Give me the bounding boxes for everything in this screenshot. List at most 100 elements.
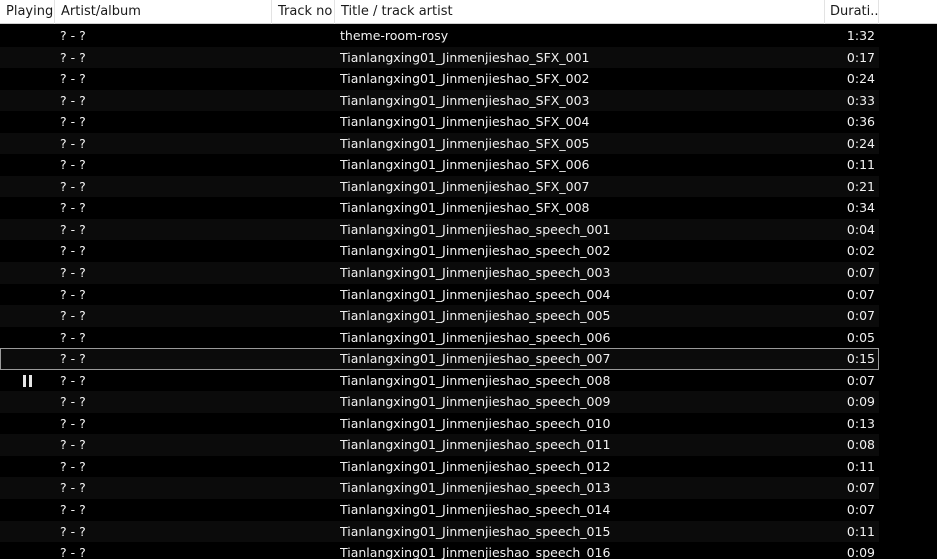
title-cell: Tianlangxing01_Jinmenjieshao_speech_008 bbox=[340, 372, 611, 388]
title-cell: Tianlangxing01_Jinmenjieshao_SFX_002 bbox=[340, 71, 590, 87]
title-cell: Tianlangxing01_Jinmenjieshao_speech_009 bbox=[340, 394, 611, 410]
title-cell: Tianlangxing01_Jinmenjieshao_SFX_003 bbox=[340, 92, 590, 108]
column-header-playing[interactable]: Playing bbox=[0, 0, 55, 24]
playing-indicator bbox=[0, 370, 55, 392]
track-no-cell bbox=[272, 25, 330, 47]
duration-cell: 0:24 bbox=[846, 135, 875, 151]
duration-cell: 0:07 bbox=[846, 265, 875, 281]
track-row[interactable]: ? - ? Tianlangxing01_Jinmenjieshao_SFX_00… bbox=[0, 132, 879, 155]
column-header-track-no[interactable]: Track no bbox=[272, 0, 335, 24]
track-no-cell bbox=[272, 284, 330, 306]
artist-album-cell: ? - ? bbox=[60, 286, 86, 302]
track-row[interactable]: ? - ? Tianlangxing01_Jinmenjieshao_speech… bbox=[0, 326, 879, 349]
playing-indicator bbox=[0, 133, 55, 155]
track-no-cell bbox=[272, 456, 330, 478]
playing-indicator bbox=[0, 413, 55, 435]
track-row[interactable]: ? - ? Tianlangxing01_Jinmenjieshao_speech… bbox=[0, 455, 879, 478]
playing-indicator bbox=[0, 542, 55, 559]
title-cell: Tianlangxing01_Jinmenjieshao_speech_014 bbox=[340, 502, 611, 518]
title-cell: Tianlangxing01_Jinmenjieshao_speech_002 bbox=[340, 243, 611, 259]
playing-indicator bbox=[0, 68, 55, 90]
artist-album-cell: ? - ? bbox=[60, 114, 86, 130]
playing-indicator bbox=[0, 219, 55, 241]
track-row[interactable]: ? - ? Tianlangxing01_Jinmenjieshao_speech… bbox=[0, 477, 879, 500]
artist-album-cell: ? - ? bbox=[60, 351, 86, 367]
duration-cell: 0:34 bbox=[846, 200, 875, 216]
title-cell: Tianlangxing01_Jinmenjieshao_speech_001 bbox=[340, 221, 611, 237]
track-row-playing[interactable]: ? - ? Tianlangxing01_Jinmenjieshao_speech… bbox=[0, 369, 879, 392]
track-row[interactable]: ? - ? Tianlangxing01_Jinmenjieshao_SFX_00… bbox=[0, 154, 879, 176]
track-row[interactable]: ? - ? Tianlangxing01_Jinmenjieshao_speech… bbox=[0, 434, 879, 456]
artist-album-cell: ? - ? bbox=[60, 329, 86, 345]
playing-indicator bbox=[0, 111, 55, 133]
column-header-title-track-artist[interactable]: Title / track artist bbox=[335, 0, 825, 24]
track-row[interactable]: ? - ? Tianlangxing01_Jinmenjieshao_speech… bbox=[0, 262, 879, 284]
title-cell: Tianlangxing01_Jinmenjieshao_SFX_007 bbox=[340, 178, 590, 194]
title-cell: Tianlangxing01_Jinmenjieshao_SFX_005 bbox=[340, 135, 590, 151]
duration-cell: 0:05 bbox=[846, 329, 875, 345]
track-row[interactable]: ? - ? Tianlangxing01_Jinmenjieshao_SFX_00… bbox=[0, 197, 879, 219]
column-header-duration[interactable]: Durati... bbox=[825, 0, 879, 24]
track-row[interactable]: ? - ? Tianlangxing01_Jinmenjieshao_speech… bbox=[0, 542, 879, 559]
track-row[interactable]: ? - ? Tianlangxing01_Jinmenjieshao_speech… bbox=[0, 240, 879, 263]
artist-album-cell: ? - ? bbox=[60, 221, 86, 237]
title-cell: Tianlangxing01_Jinmenjieshao_speech_015 bbox=[340, 523, 611, 539]
title-cell: Tianlangxing01_Jinmenjieshao_speech_016 bbox=[340, 545, 611, 559]
playlist-view: Playing Artist/album Track no Title / tr… bbox=[0, 0, 937, 559]
artist-album-cell: ? - ? bbox=[60, 49, 86, 65]
title-cell: Tianlangxing01_Jinmenjieshao_speech_006 bbox=[340, 329, 611, 345]
artist-album-cell: ? - ? bbox=[60, 243, 86, 259]
artist-album-cell: ? - ? bbox=[60, 178, 86, 194]
playing-indicator bbox=[0, 25, 55, 47]
artist-album-cell: ? - ? bbox=[60, 308, 86, 324]
artist-album-cell: ? - ? bbox=[60, 265, 86, 281]
duration-cell: 1:32 bbox=[846, 28, 875, 43]
track-no-cell bbox=[272, 348, 330, 370]
duration-cell: 0:36 bbox=[846, 114, 875, 130]
track-row[interactable]: ? - ? Tianlangxing01_Jinmenjieshao_speech… bbox=[0, 218, 879, 241]
title-cell: Tianlangxing01_Jinmenjieshao_SFX_004 bbox=[340, 114, 590, 130]
title-cell: Tianlangxing01_Jinmenjieshao_SFX_008 bbox=[340, 200, 590, 216]
track-no-cell bbox=[272, 240, 330, 262]
artist-album-cell: ? - ? bbox=[60, 545, 86, 559]
title-cell: Tianlangxing01_Jinmenjieshao_SFX_001 bbox=[340, 49, 590, 65]
duration-cell: 0:07 bbox=[846, 308, 875, 324]
track-no-cell bbox=[272, 434, 330, 456]
track-row[interactable]: ? - ? Tianlangxing01_Jinmenjieshao_speech… bbox=[0, 412, 879, 435]
track-no-cell bbox=[272, 47, 330, 69]
track-row[interactable]: ? - ? Tianlangxing01_Jinmenjieshao_SFX_00… bbox=[0, 46, 879, 69]
track-row[interactable]: ? - ? Tianlangxing01_Jinmenjieshao_speech… bbox=[0, 348, 879, 370]
duration-cell: 0:07 bbox=[846, 502, 875, 518]
track-row[interactable]: ? - ? Tianlangxing01_Jinmenjieshao_speech… bbox=[0, 520, 879, 543]
track-row[interactable]: ? - ? Tianlangxing01_Jinmenjieshao_SFX_00… bbox=[0, 175, 879, 198]
title-cell: Tianlangxing01_Jinmenjieshao_speech_013 bbox=[340, 480, 611, 496]
duration-cell: 0:09 bbox=[846, 394, 875, 410]
artist-album-cell: ? - ? bbox=[60, 92, 86, 108]
track-no-cell bbox=[272, 327, 330, 349]
column-header-artist-album[interactable]: Artist/album bbox=[55, 0, 272, 24]
playing-indicator bbox=[0, 434, 55, 456]
duration-cell: 0:07 bbox=[846, 480, 875, 496]
playing-indicator bbox=[0, 305, 55, 327]
track-row[interactable]: ? - ? Tianlangxing01_Jinmenjieshao_speech… bbox=[0, 391, 879, 413]
track-no-cell bbox=[272, 197, 330, 219]
artist-album-cell: ? - ? bbox=[60, 157, 86, 173]
track-row[interactable]: ? - ? Tianlangxing01_Jinmenjieshao_speech… bbox=[0, 283, 879, 306]
duration-cell: 0:15 bbox=[846, 351, 875, 367]
artist-album-cell: ? - ? bbox=[60, 437, 86, 453]
track-row[interactable]: ? - ? Tianlangxing01_Jinmenjieshao_speech… bbox=[0, 305, 879, 327]
track-no-cell bbox=[272, 90, 330, 112]
duration-cell: 0:07 bbox=[846, 372, 875, 388]
playing-indicator bbox=[0, 90, 55, 112]
artist-album-cell: ? - ? bbox=[60, 458, 86, 474]
track-row[interactable]: ? - ? Tianlangxing01_Jinmenjieshao_speech… bbox=[0, 499, 879, 521]
track-row[interactable]: ? - ? theme-room-rosy 1:32 bbox=[0, 25, 879, 47]
track-row[interactable]: ? - ? Tianlangxing01_Jinmenjieshao_SFX_00… bbox=[0, 111, 879, 133]
artist-album-cell: ? - ? bbox=[60, 200, 86, 216]
duration-cell: 0:13 bbox=[846, 415, 875, 431]
track-row[interactable]: ? - ? Tianlangxing01_Jinmenjieshao_SFX_00… bbox=[0, 89, 879, 112]
track-no-cell bbox=[272, 413, 330, 435]
track-row[interactable]: ? - ? Tianlangxing01_Jinmenjieshao_SFX_00… bbox=[0, 68, 879, 90]
pause-icon bbox=[22, 374, 33, 387]
track-no-cell bbox=[272, 521, 330, 543]
